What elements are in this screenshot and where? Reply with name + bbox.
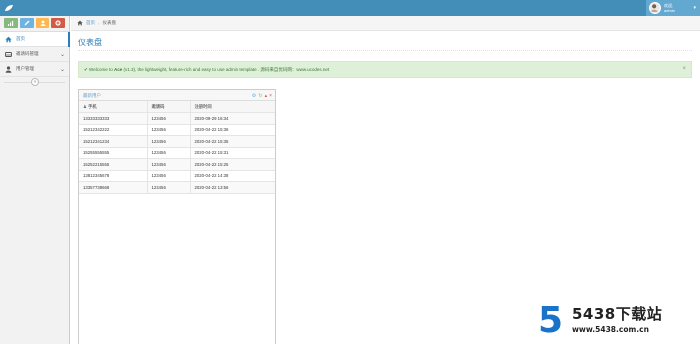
- cell-phone: 15255555555: [79, 147, 148, 159]
- page-title: 仪表盘: [78, 38, 102, 47]
- sidebar-item-home[interactable]: 首页: [0, 32, 70, 47]
- signal-icon: [8, 21, 14, 26]
- sidebar-item-invite-codes[interactable]: 邀请码管理 ⌄: [0, 47, 69, 62]
- table-row: 15252215555 123456 2020-04-22 15:25: [79, 158, 275, 171]
- widget-toolbar: ⚙ ↻ ▴ ×: [252, 90, 272, 101]
- column-header-invite-code: 邀请码: [147, 101, 191, 113]
- alert-version: (v1.3): [122, 67, 136, 72]
- cell-phone: 15212342222: [79, 124, 148, 136]
- users-table: ♟ 手机 邀请码 注册时间 13333333333 123456 2020-09…: [79, 101, 275, 194]
- close-icon[interactable]: ×: [269, 93, 272, 99]
- cell-invite-code: 123456: [147, 124, 191, 136]
- shortcut-pencil-button[interactable]: [19, 18, 34, 28]
- sidebar-item-label: 首页: [16, 36, 25, 41]
- avatar: [649, 2, 661, 14]
- pencil-icon: [24, 20, 30, 26]
- chevron-up-icon[interactable]: ▴: [265, 93, 268, 99]
- leaf-logo-icon[interactable]: [4, 4, 14, 12]
- cell-invite-code: 123456: [147, 112, 191, 125]
- alert-text: , the lightweight, feature-rich and easy…: [135, 67, 330, 72]
- latest-users-widget: 最新用户 ⚙ ↻ ▴ × ♟ 手机 邀请码 注册时间 13333333333 1…: [78, 89, 276, 344]
- breadcrumb: 首页 › 仪表盘: [71, 16, 700, 31]
- home-icon: [5, 36, 12, 42]
- widget-title: 最新用户: [83, 93, 101, 98]
- caret-down-icon: ▾: [693, 5, 696, 11]
- cell-register-time: 2020-04-22 15:35: [190, 135, 275, 148]
- top-navbar: 欢迎, admin ▾: [0, 0, 700, 16]
- cell-phone: 15212341234: [79, 135, 148, 148]
- shortcut-group-button[interactable]: [35, 18, 50, 28]
- shortcut-signal-button[interactable]: [4, 18, 18, 28]
- cell-register-time: 2020-04-22 13:56: [190, 181, 275, 194]
- table-row: 13333333333 123456 2020-09-29 16:34: [79, 112, 275, 125]
- sidebar-item-users[interactable]: 用户管理 ⌄: [0, 62, 69, 77]
- cell-register-time: 2020-09-29 16:34: [190, 112, 275, 125]
- shortcut-cogs-button[interactable]: [51, 18, 65, 28]
- cell-invite-code: 123456: [147, 158, 191, 171]
- table-row: 15212342222 123456 2020-04-22 15:36: [79, 124, 275, 136]
- cell-phone: 13357738668: [79, 181, 148, 194]
- table-row: 15212341234 123456 2020-04-22 15:35: [79, 135, 275, 148]
- hdd-icon: [5, 51, 12, 57]
- cell-register-time: 2020-04-22 15:36: [190, 124, 275, 136]
- cell-invite-code: 123456: [147, 147, 191, 159]
- column-header-register-time: 注册时间: [190, 101, 275, 113]
- sidebar-item-label: 邀请码管理: [16, 51, 39, 56]
- cell-register-time: 2020-04-22 14:38: [190, 170, 275, 182]
- cell-phone: 13333333333: [79, 112, 148, 125]
- table-header-row: ♟ 手机 邀请码 注册时间: [79, 101, 275, 113]
- sidebar: 首页 邀请码管理 ⌄ 用户管理 ⌄ «: [0, 16, 70, 344]
- breadcrumb-separator: ›: [98, 20, 100, 26]
- column-header-phone: ♟ 手机: [79, 101, 148, 113]
- user-info: 欢迎, admin: [664, 3, 675, 13]
- cell-phone: 15252215555: [79, 158, 148, 171]
- welcome-alert: ✔ Welcome to Ace (v1.3), the lightweight…: [78, 61, 692, 78]
- cell-register-time: 2020-04-22 15:31: [190, 147, 275, 159]
- watermark-url: www.5438.com.cn: [572, 325, 649, 334]
- cell-invite-code: 123456: [147, 170, 191, 182]
- check-icon: ✔: [84, 67, 88, 72]
- home-icon: [77, 20, 83, 26]
- settings-icon[interactable]: ⚙: [252, 93, 256, 99]
- user-icon: ♟: [83, 103, 87, 109]
- refresh-icon[interactable]: ↻: [258, 93, 262, 99]
- sidebar-shortcuts: [0, 16, 69, 32]
- cell-phone: 13812345678: [79, 170, 148, 182]
- breadcrumb-home-link[interactable]: 首页: [86, 20, 95, 26]
- double-angle-left-icon[interactable]: «: [31, 78, 39, 86]
- watermark-brand: 5438下载站: [572, 305, 663, 323]
- table-row: 15255555555 123456 2020-04-22 15:31: [79, 147, 275, 159]
- site-watermark: 5 5438下载站 www.5438.com.cn: [538, 300, 688, 341]
- table-row: 13357738668 123456 2020-04-22 13:56: [79, 181, 275, 194]
- cell-register-time: 2020-04-22 15:25: [190, 158, 275, 171]
- chevron-down-icon: ⌄: [59, 67, 65, 73]
- table-row: 13812345678 123456 2020-04-22 14:38: [79, 170, 275, 182]
- user-menu[interactable]: 欢迎, admin ▾: [646, 0, 700, 16]
- cogs-icon: [55, 20, 61, 26]
- chevron-down-icon: ⌄: [59, 52, 65, 58]
- group-icon: [40, 20, 45, 26]
- user-name: admin: [664, 8, 675, 13]
- alert-brand: Ace: [113, 67, 123, 72]
- page-header: 仪表盘: [78, 35, 692, 51]
- watermark-digit: 5: [538, 300, 564, 341]
- user-icon: [5, 65, 12, 73]
- cell-invite-code: 123456: [147, 181, 191, 194]
- alert-prefix: Welcome to: [89, 67, 114, 72]
- sidebar-item-label: 用户管理: [16, 66, 34, 71]
- widget-header: 最新用户 ⚙ ↻ ▴ ×: [79, 90, 275, 101]
- breadcrumb-current: 仪表盘: [102, 20, 117, 25]
- cell-invite-code: 123456: [147, 135, 191, 148]
- close-icon[interactable]: ×: [682, 62, 686, 77]
- sidebar-collapse: «: [0, 77, 69, 87]
